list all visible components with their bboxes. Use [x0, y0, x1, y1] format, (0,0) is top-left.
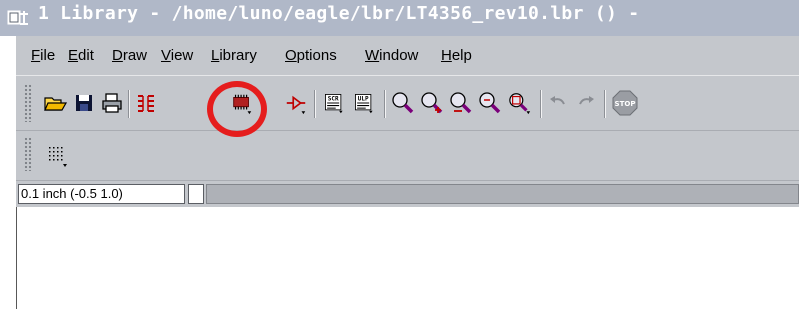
menu-draw[interactable]: Draw — [112, 47, 147, 64]
redraw-button[interactable] — [478, 90, 502, 116]
menu-window[interactable]: Window — [365, 47, 418, 64]
device-icon — [138, 95, 154, 112]
menu-options[interactable]: Options — [285, 47, 337, 64]
svg-text:STOP: STOP — [615, 100, 636, 108]
package-button[interactable] — [230, 90, 254, 116]
menu-help[interactable]: Help — [441, 47, 472, 64]
toolbar-separator — [128, 90, 130, 118]
symbol-icon — [286, 95, 306, 115]
eagle-library-window: 1 Library - /home/luno/eagle/lbr/LT4356_… — [0, 0, 799, 309]
redo-button[interactable] — [574, 90, 598, 116]
toolbar-separator — [314, 90, 316, 118]
stop-icon: STOP — [612, 90, 638, 116]
coordinate-command-row: 0.1 inch (-0.5 1.0) — [16, 181, 799, 207]
package-icon — [233, 94, 252, 115]
svg-text:ULP: ULP — [358, 95, 369, 102]
save-button[interactable] — [72, 90, 96, 116]
drawing-canvas[interactable] — [16, 207, 799, 309]
main-toolbar: SCR ULP STOP — [16, 75, 799, 131]
eagle-app-icon — [7, 10, 28, 25]
secondary-toolbar — [16, 131, 799, 181]
title-bar[interactable]: 1 Library - /home/luno/eagle/lbr/LT4356_… — [0, 0, 799, 36]
redo-icon — [579, 96, 594, 105]
zoom-select-icon — [509, 93, 531, 115]
ulp-button[interactable]: ULP — [352, 90, 376, 116]
zoom-fit-icon — [392, 92, 414, 114]
grid-icon — [49, 147, 67, 167]
menu-edit[interactable]: Edit — [68, 47, 94, 64]
zoom-out-icon — [450, 92, 472, 114]
zoom-select-button[interactable] — [508, 90, 532, 116]
symbol-button[interactable] — [284, 90, 308, 116]
ulp-icon: ULP — [355, 94, 373, 114]
undo-icon — [550, 96, 565, 105]
menu-library[interactable]: Library — [211, 47, 257, 64]
script-icon: SCR — [325, 94, 343, 114]
svg-text:SCR: SCR — [328, 95, 339, 102]
print-button[interactable] — [100, 90, 124, 116]
toolbar-separator — [384, 90, 386, 118]
toolbar-grip-handle[interactable] — [24, 137, 32, 171]
toolbar-grip-handle[interactable] — [24, 84, 32, 122]
open-folder-icon — [44, 97, 68, 111]
menu-file[interactable]: File — [31, 47, 55, 64]
redraw-icon — [479, 92, 501, 114]
zoom-in-button[interactable] — [420, 90, 444, 116]
open-button[interactable] — [44, 90, 68, 116]
device-button[interactable] — [134, 90, 158, 116]
toolbar-separator — [540, 90, 542, 118]
stop-button[interactable]: STOP — [611, 89, 639, 117]
zoom-fit-button[interactable] — [391, 90, 415, 116]
toolbar-separator — [604, 90, 606, 118]
coordinate-display: 0.1 inch (-0.5 1.0) — [18, 184, 185, 204]
menu-view[interactable]: View — [161, 47, 193, 64]
save-disk-icon — [76, 95, 92, 111]
window-title: 1 Library - /home/luno/eagle/lbr/LT4356_… — [38, 3, 640, 24]
command-mode-box[interactable] — [188, 184, 204, 204]
zoom-in-icon — [421, 92, 443, 114]
menu-bar: File Edit Draw View Library Options Wind… — [16, 36, 799, 75]
undo-button[interactable] — [546, 90, 570, 116]
print-icon — [102, 93, 122, 113]
script-button[interactable]: SCR — [322, 90, 346, 116]
zoom-out-button[interactable] — [449, 90, 473, 116]
command-line-input[interactable] — [206, 184, 799, 204]
grid-button[interactable] — [46, 143, 70, 169]
